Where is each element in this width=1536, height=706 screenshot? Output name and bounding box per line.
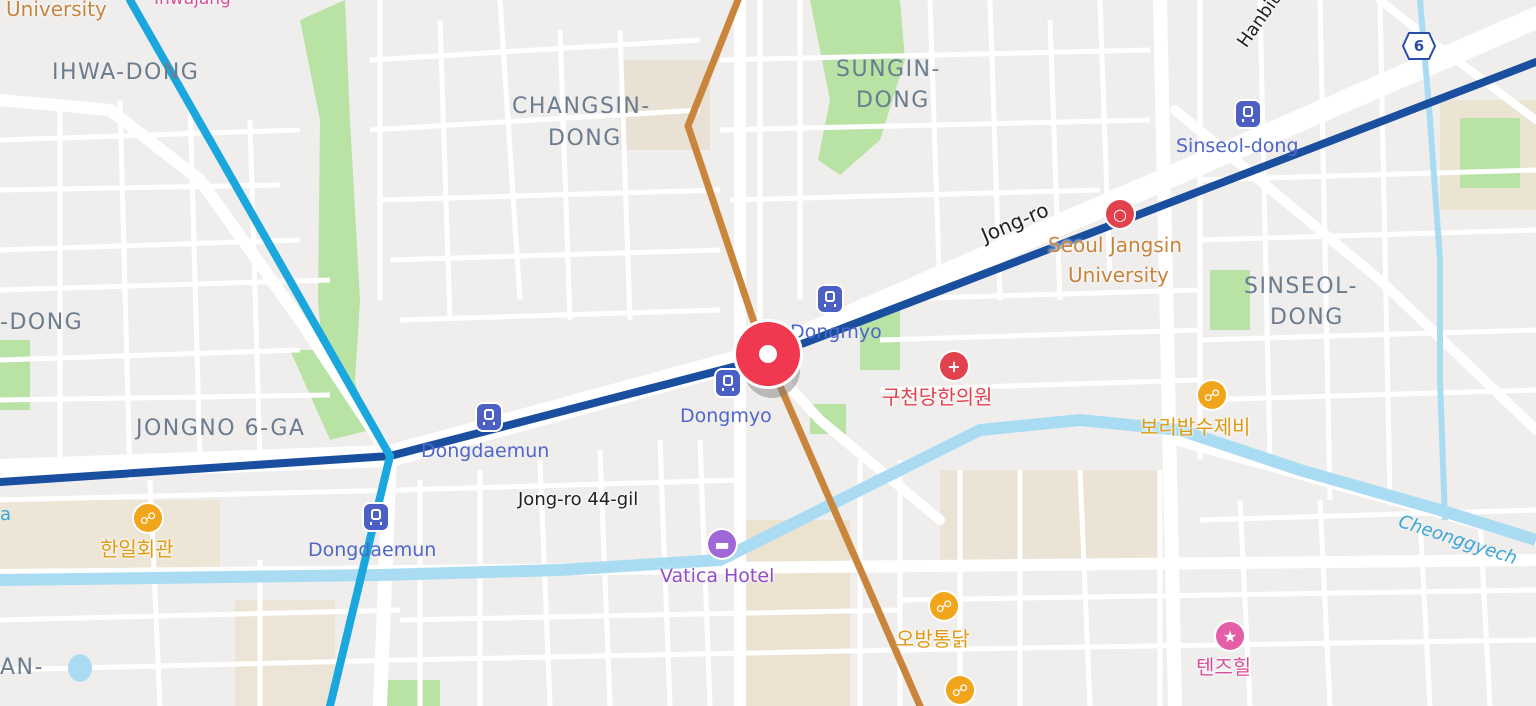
poi-vatica-hotel-label[interactable]: Vatica Hotel [660, 565, 774, 588]
station-sinseol-dong-label[interactable]: Sinseol-dong [1176, 135, 1299, 158]
metro-station-icon[interactable] [364, 504, 388, 530]
metro-station-icon[interactable] [477, 404, 501, 430]
metro-station-icon[interactable] [818, 286, 842, 312]
medical-cross-icon[interactable]: + [940, 352, 968, 380]
district-changsin-dong-line1: CHANGSIN- [512, 94, 651, 119]
university-label-cut: University [6, 0, 107, 21]
street-jong-ro-44-gil: Jong-ro 44-gil [518, 489, 639, 510]
ihwajang-label-cut: Ihwajang [154, 0, 231, 10]
pond [68, 654, 92, 682]
route-shield-number: 6 [1413, 37, 1425, 55]
left-cut-label: a [0, 504, 12, 525]
restaurant-fork-knife-icon[interactable]: ☍ [1198, 381, 1226, 409]
station-dongdaemun-north-label[interactable]: Dongdaemun [421, 440, 549, 463]
poi-entertainment-label[interactable]: 텐즈힐 [1196, 656, 1251, 679]
poi-clinic-label[interactable]: 구천당한의원 [882, 386, 992, 409]
poi-hanil-label[interactable]: 한일회관 [100, 538, 174, 561]
district-sungin-dong-line2: DONG [856, 88, 930, 113]
metro-station-icon[interactable] [1236, 101, 1260, 127]
restaurant-fork-knife-icon[interactable]: ☍ [930, 592, 958, 620]
park [1460, 118, 1520, 188]
selected-location-pin[interactable] [736, 322, 800, 398]
entertainment-icon[interactable]: ★ [1216, 622, 1244, 650]
restaurant-fork-knife-icon[interactable]: ☍ [134, 504, 162, 532]
poi-seoul-jangsin-line1[interactable]: Seoul Jangsin [1048, 234, 1182, 257]
district-sinseol-dong-line1: SINSEOL- [1244, 274, 1358, 299]
district-changsin-dong-line2: DONG [548, 126, 622, 151]
pin-center-dot [759, 345, 777, 363]
district-jongno-6ga: JONGNO 6-GA [136, 416, 306, 441]
poi-obang-label[interactable]: 오방통닭 [896, 628, 970, 651]
district-left-dong-cut: -DONG [0, 310, 84, 335]
university-icon[interactable]: ○ [1106, 200, 1134, 228]
district-left-an-cut: AN- [0, 655, 44, 680]
hotel-bed-icon[interactable]: ▬ [708, 530, 736, 558]
sand-area [940, 470, 1160, 570]
park [380, 680, 440, 706]
map-view[interactable]: University Ihwajang Hanbit- IHWA-DONG CH… [0, 0, 1536, 706]
station-dongmyo-south-label[interactable]: Dongmyo [680, 405, 772, 428]
district-sinseol-dong-line2: DONG [1270, 305, 1344, 330]
district-sungin-dong-line1: SUNGIN- [836, 57, 941, 82]
station-dongdaemun-south-label[interactable]: Dongdaemun [308, 539, 436, 562]
restaurant-fork-knife-icon[interactable]: ☍ [946, 676, 974, 704]
district-ihwa-dong: IHWA-DONG [52, 60, 200, 85]
station-dongmyo-north-label[interactable]: Dongmyo [790, 321, 882, 344]
route-6-shield: 6 [1402, 32, 1436, 60]
poi-seoul-jangsin-line2[interactable]: University [1068, 264, 1169, 287]
poi-boribap-label[interactable]: 보리밥수제비 [1140, 416, 1250, 439]
